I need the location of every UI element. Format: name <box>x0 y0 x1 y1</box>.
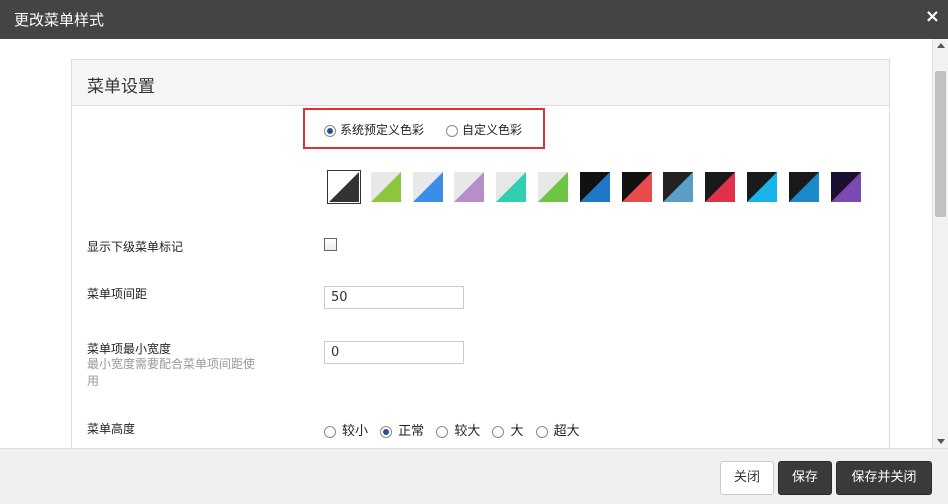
menu-height-normal[interactable]: 正常 <box>380 420 424 439</box>
save-button[interactable]: 保存 <box>778 461 832 495</box>
dialog-content: 菜单设置 系统预定义色彩 自定义色彩 显示下级菜单标记 菜单项间距 50 菜单项… <box>0 39 932 448</box>
color-mode-group: 系统预定义色彩 自定义色彩 <box>303 108 545 149</box>
predefined-colors-label: 系统预定义色彩 <box>340 123 425 137</box>
dialog-titlebar: 更改菜单样式 × <box>0 0 948 39</box>
color-swatch[interactable] <box>412 172 443 202</box>
height-small-label: 较小 <box>342 424 369 439</box>
menu-height-options: 较小 正常 较大 大 超大 <box>324 420 588 439</box>
item-min-width-hint: 最小宽度需要配合菜单项间距使用 <box>87 357 256 388</box>
height-normal-label: 正常 <box>398 424 425 439</box>
show-submenu-marker-label: 显示下级菜单标记 <box>87 240 184 254</box>
radio-height-small[interactable] <box>324 425 336 438</box>
color-swatch[interactable] <box>579 172 610 202</box>
panel-title: 菜单设置 <box>87 77 155 97</box>
show-submenu-marker-checkbox[interactable] <box>324 238 337 251</box>
color-swatch[interactable] <box>830 172 861 202</box>
close-button[interactable]: 关闭 <box>720 461 774 495</box>
radio-height-large[interactable] <box>492 425 505 438</box>
vertical-scrollbar[interactable] <box>932 39 948 448</box>
save-and-close-button[interactable]: 保存并关闭 <box>836 461 932 495</box>
dialog-title: 更改菜单样式 <box>14 11 105 29</box>
item-min-width-label: 菜单项最小宽度 <box>87 342 172 356</box>
item-spacing-label: 菜单项间距 <box>87 287 148 301</box>
close-icon[interactable]: × <box>925 7 940 27</box>
color-swatch[interactable] <box>747 172 777 202</box>
scroll-down-icon[interactable] <box>937 439 945 444</box>
menu-height-xlarge[interactable]: 超大 <box>535 420 580 439</box>
menu-height-larger[interactable]: 较大 <box>436 420 480 439</box>
color-swatch[interactable] <box>370 172 401 202</box>
color-swatch[interactable] <box>327 170 361 204</box>
radio-height-larger[interactable] <box>436 425 449 438</box>
menu-height-label: 菜单高度 <box>87 422 136 436</box>
height-large-label: 大 <box>510 424 524 439</box>
color-swatch[interactable] <box>454 172 485 202</box>
scrollbar-thumb[interactable] <box>935 71 946 217</box>
radio-custom-colors[interactable] <box>446 124 458 137</box>
panel-header: 菜单设置 <box>72 60 889 106</box>
color-swatch[interactable] <box>538 172 568 202</box>
height-xlarge-label: 超大 <box>553 424 580 439</box>
color-swatch[interactable] <box>621 172 652 202</box>
radio-predefined-colors[interactable] <box>324 124 336 137</box>
custom-colors-label: 自定义色彩 <box>462 123 523 137</box>
height-larger-label: 较大 <box>454 424 481 439</box>
item-min-width-input[interactable]: 0 <box>324 341 464 364</box>
menu-height-small[interactable]: 较小 <box>324 420 368 439</box>
menu-height-large[interactable]: 大 <box>492 420 523 439</box>
dialog-footer: 关闭 保存 保存并关闭 <box>0 448 948 504</box>
radio-height-normal[interactable] <box>380 425 393 438</box>
radio-height-xlarge[interactable] <box>535 425 548 438</box>
color-swatch[interactable] <box>705 172 736 202</box>
color-mode-custom[interactable]: 自定义色彩 <box>446 121 522 138</box>
scroll-up-icon[interactable] <box>937 43 945 48</box>
item-spacing-input[interactable]: 50 <box>324 286 464 309</box>
color-swatch[interactable] <box>788 172 819 202</box>
color-mode-predefined[interactable]: 系统预定义色彩 <box>324 121 424 138</box>
color-swatch[interactable] <box>663 172 694 202</box>
color-swatch[interactable] <box>496 172 527 202</box>
